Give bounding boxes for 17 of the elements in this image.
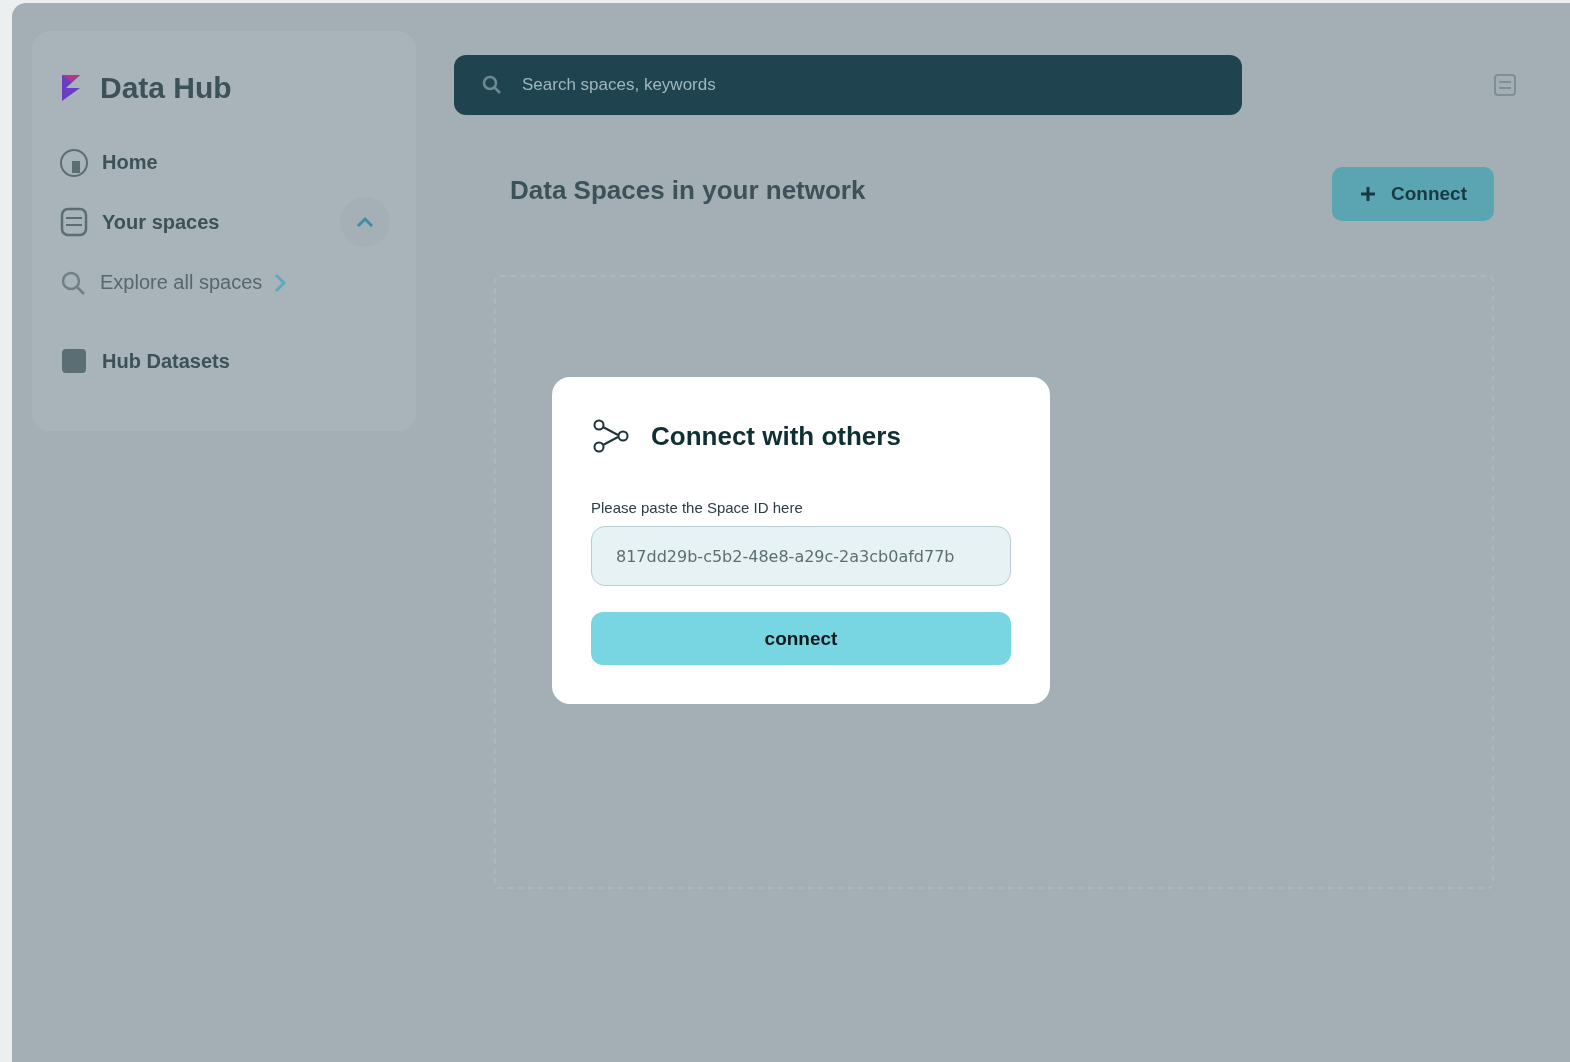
nav-item[interactable]: Your spaces — [102, 210, 220, 234]
app-name: Data Hub — [100, 71, 232, 105]
dialog-title: Connect with others — [651, 420, 901, 452]
nav-item[interactable]: Explore all spaces — [100, 271, 263, 295]
section-heading: Data Spaces in your network — [510, 175, 866, 206]
chevron-right-icon — [274, 272, 287, 293]
search-icon — [482, 75, 502, 95]
connect-button[interactable]: connect — [591, 612, 1011, 665]
connect-button[interactable]: Connect — [1332, 167, 1494, 221]
plus-icon — [1359, 185, 1377, 203]
space-id-field[interactable]: 817dd29b-c5b2-48e8-a29c-2a3cb0afd77b — [591, 526, 1011, 586]
home-icon — [58, 146, 90, 179]
search-field[interactable]: Search spaces, keywords — [454, 55, 1242, 115]
share-nodes-icon — [591, 419, 631, 453]
field-label: Please paste the Space ID here — [591, 499, 804, 516]
nav-item[interactable]: Hub Datasets — [102, 349, 230, 373]
nav-item[interactable]: Home — [102, 151, 158, 175]
